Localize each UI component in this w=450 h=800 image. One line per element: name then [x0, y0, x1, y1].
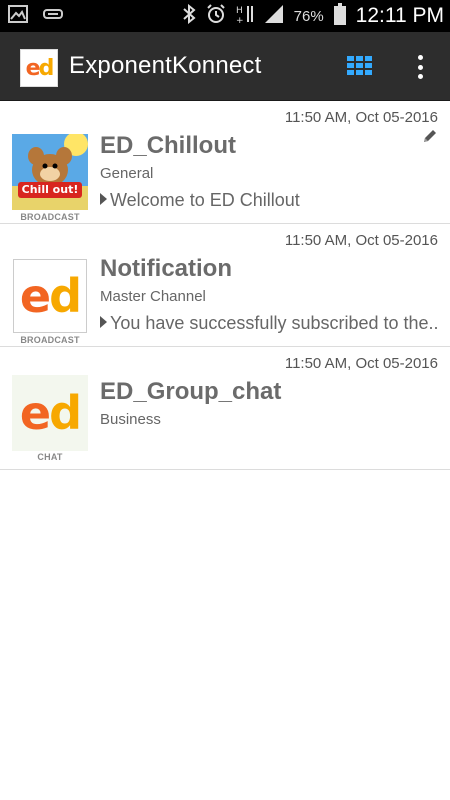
usb-icon	[42, 5, 64, 28]
conversation-list: 11:50 AM, Oct 05-2016 Chill out! BROADCA…	[0, 101, 450, 470]
list-item[interactable]: 11:50 AM, Oct 05-2016 ed CHAT ED_Group_c…	[0, 347, 450, 470]
conversation-name: ED_Chillout	[100, 132, 236, 159]
edit-icon[interactable]	[422, 128, 438, 149]
svg-text:H: H	[236, 6, 243, 16]
bluetooth-icon	[182, 3, 196, 29]
message-preview-text: You have successfully subscribed to the.…	[110, 313, 439, 333]
battery-percent: 76%	[293, 7, 324, 25]
timestamp: 11:50 AM, Oct 05-2016	[284, 109, 438, 126]
avatar: Chill out!	[12, 132, 88, 210]
image-icon	[8, 5, 28, 28]
avatar: ed	[13, 259, 87, 333]
message-preview: You have successfully subscribed to the.…	[100, 313, 440, 334]
app-bar: ed ExponentKonnect	[0, 32, 450, 101]
conversation-name: Notification	[100, 255, 232, 282]
grid-icon[interactable]	[345, 54, 375, 78]
channel-name: Business	[100, 411, 161, 428]
type-label: BROADCAST	[20, 335, 80, 345]
avatar-caption: Chill out!	[21, 183, 79, 196]
conversation-name: ED_Group_chat	[100, 378, 282, 405]
status-bar: H + 76% 12:11 PM	[0, 0, 450, 32]
channel-name: Master Channel	[100, 288, 206, 305]
battery-icon	[333, 2, 346, 30]
data-arrows-icon: H +	[236, 4, 254, 29]
list-item[interactable]: 11:50 AM, Oct 05-2016 Chill out! BROADCA…	[0, 101, 450, 224]
app-title: ExponentKonnect	[69, 52, 262, 79]
caret-icon	[100, 316, 107, 328]
avatar: ed	[12, 375, 88, 451]
timestamp: 11:50 AM, Oct 05-2016	[284, 232, 438, 249]
timestamp: 11:50 AM, Oct 05-2016	[284, 355, 438, 372]
signal-icon	[264, 4, 284, 29]
caret-icon	[100, 193, 107, 205]
message-preview: Welcome to ED Chillout	[100, 190, 440, 211]
svg-text:+: +	[236, 16, 244, 24]
message-preview-text: Welcome to ED Chillout	[110, 190, 300, 210]
app-logo-icon[interactable]: ed	[20, 49, 58, 87]
alarm-icon	[206, 3, 226, 29]
type-label: BROADCAST	[20, 212, 80, 222]
overflow-menu-icon[interactable]	[410, 54, 430, 80]
type-label: CHAT	[37, 452, 63, 462]
clock: 12:11 PM	[355, 4, 444, 27]
channel-name: General	[100, 165, 154, 182]
list-item[interactable]: 11:50 AM, Oct 05-2016 ed BROADCAST Notif…	[0, 224, 450, 347]
